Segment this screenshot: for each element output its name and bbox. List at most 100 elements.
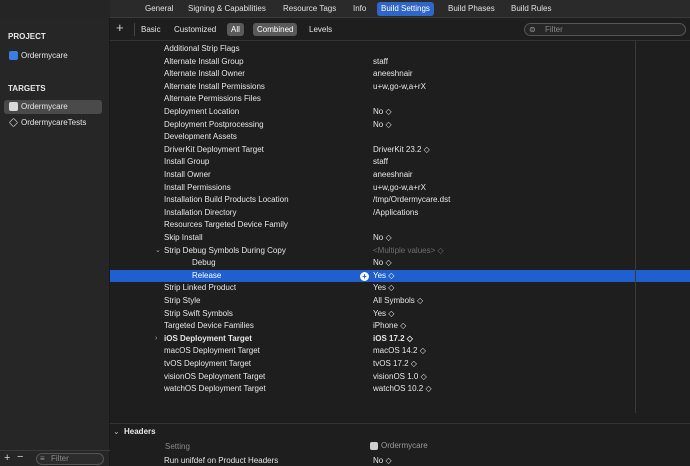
setting-value[interactable]: Yes ◇ (373, 270, 394, 283)
test-target-icon (8, 118, 19, 128)
setting-value[interactable]: aneeshnair (373, 169, 413, 182)
tab-build-rules[interactable]: Build Rules (507, 2, 555, 16)
setting-row[interactable]: tvOS Deployment Target tvOS 17.2 ◇ (110, 358, 690, 371)
setting-value[interactable]: /tmp/Ordermycare.dst (373, 194, 450, 207)
tab-signing-capabilities[interactable]: Signing & Capabilities (184, 2, 270, 16)
setting-name: Strip Linked Product (164, 283, 237, 293)
view-levels-button[interactable]: Levels (305, 23, 336, 36)
targets-header: TARGETS (8, 84, 46, 93)
setting-name: Development Assets (164, 132, 237, 142)
setting-name: Debug (192, 258, 216, 268)
setting-row[interactable]: Installation Directory/Applications (110, 207, 690, 220)
section-title[interactable]: Headers (124, 427, 156, 436)
setting-name: Installation Directory (164, 207, 237, 217)
setting-value[interactable]: iPhone ◇ (373, 320, 406, 333)
sidebar-item-target-tests[interactable]: OrdermycareTests (4, 116, 102, 130)
setting-value[interactable]: iOS 17.2 ◇ (373, 333, 413, 346)
xcode-project-icon (9, 51, 18, 61)
setting-value[interactable]: macOS 14.2 ◇ (373, 345, 426, 358)
setting-name: Installation Build Products Location (164, 195, 289, 205)
setting-value[interactable]: No ◇ (373, 257, 392, 270)
chevron-down-icon[interactable]: ⌄ (113, 427, 120, 436)
sidebar-filter-input[interactable]: ≡ Filter (36, 453, 104, 465)
setting-value[interactable]: tvOS 17.2 ◇ (373, 358, 417, 371)
setting-row[interactable]: Alternate Install Permissions u+w,go-w,a+… (110, 81, 690, 94)
setting-value[interactable]: visionOS 1.0 ◇ (373, 371, 427, 384)
setting-row[interactable]: Release + Yes ◇ (110, 269, 690, 283)
setting-row[interactable]: Skip Install No ◇ (110, 232, 690, 245)
setting-row[interactable]: Development Assets (110, 131, 690, 144)
tab-resource-tags[interactable]: Resource Tags (279, 2, 340, 16)
setting-row[interactable]: Alternate Install Group staff (110, 56, 690, 69)
setting-row[interactable]: Install Group staff (110, 156, 690, 169)
setting-value[interactable]: /Applications (373, 207, 418, 220)
setting-row[interactable]: macOS Deployment Target macOS 14.2 ◇ (110, 345, 690, 358)
sidebar-item-target-app[interactable]: Ordermycare (4, 100, 102, 114)
setting-name: Strip Swift Symbols (164, 308, 233, 318)
setting-row[interactable]: watchOS Deployment Target watchOS 10.2 ◇ (110, 383, 690, 396)
sidebar-footer: + − ≡ Filter (0, 450, 110, 466)
setting-value[interactable]: No ◇ (373, 119, 392, 132)
setting-value[interactable]: No ◇ (373, 232, 392, 245)
tab-build-phases[interactable]: Build Phases (444, 2, 499, 16)
chevron-down-icon[interactable]: ⌄ (155, 245, 161, 258)
setting-row[interactable]: Strip Linked Product Yes ◇ (110, 282, 690, 295)
setting-value[interactable]: Yes ◇ (373, 308, 394, 321)
setting-row[interactable]: visionOS Deployment Target visionOS 1.0 ◇ (110, 371, 690, 384)
setting-row[interactable]: Additional Strip Flags (110, 43, 690, 56)
add-target-button[interactable]: + (4, 452, 10, 464)
chevron-right-icon[interactable]: › (155, 333, 157, 346)
add-condition-icon[interactable]: + (360, 271, 369, 281)
setting-value[interactable]: u+w,go-w,a+rX (373, 81, 426, 94)
setting-row[interactable]: › iOS Deployment Target iOS 17.2 ◇ (110, 333, 690, 346)
project-header: PROJECT (8, 32, 46, 41)
setting-value[interactable]: staff (373, 56, 388, 69)
setting-name: Release (192, 270, 222, 280)
setting-value[interactable]: staff (373, 156, 388, 169)
filter-all-button[interactable]: All (227, 23, 244, 36)
setting-row[interactable]: Install Permissions u+w,go-w,a+rX (110, 182, 690, 195)
filter-customized-button[interactable]: Customized (170, 23, 220, 36)
add-setting-button[interactable]: + (116, 20, 124, 35)
setting-row[interactable]: Deployment Location No ◇ (110, 106, 690, 119)
setting-row[interactable]: Resources Targeted Device Family (110, 219, 690, 232)
setting-name: visionOS Deployment Target (164, 371, 266, 381)
setting-row[interactable]: ⌄ Strip Debug Symbols During Copy <Multipl… (110, 245, 690, 258)
project-label: Ordermycare (21, 51, 68, 60)
setting-row[interactable]: Alternate Permissions Files (110, 93, 690, 106)
tab-build-settings[interactable]: Build Settings (377, 2, 434, 16)
app-target-icon (9, 102, 18, 112)
setting-row[interactable]: Strip Swift Symbols Yes ◇ (110, 308, 690, 321)
tab-general[interactable]: General (141, 2, 177, 16)
setting-row[interactable]: Deployment Postprocessing No ◇ (110, 119, 690, 132)
setting-value[interactable]: All Symbols ◇ (373, 295, 423, 308)
setting-value[interactable]: No ◇ (373, 456, 392, 465)
setting-value[interactable]: <Multiple values> ◇ (373, 245, 444, 258)
setting-name: Deployment Postprocessing (164, 119, 264, 129)
setting-column-header: Setting (165, 442, 190, 451)
setting-row[interactable]: Installation Build Products Location/tmp… (110, 194, 690, 207)
setting-value[interactable]: u+w,go-w,a+rX (373, 182, 426, 195)
setting-value[interactable]: Yes ◇ (373, 282, 394, 295)
settings-table: Additional Strip Flags Alternate Install … (110, 41, 690, 426)
view-combined-button[interactable]: Combined (253, 23, 298, 36)
setting-row[interactable]: Debug No ◇ (110, 257, 690, 270)
headers-section: ⌄ Headers Setting Ordermycare Run unifde… (110, 423, 690, 466)
settings-search-input[interactable]: ⊜ Filter (524, 23, 686, 36)
tab-info[interactable]: Info (349, 2, 370, 16)
filter-basic-button[interactable]: Basic (137, 23, 165, 36)
setting-value[interactable]: watchOS 10.2 ◇ (373, 383, 432, 396)
setting-row[interactable]: DriverKit Deployment Target DriverKit 23.… (110, 144, 690, 157)
sidebar-item-project[interactable]: Ordermycare (4, 49, 102, 63)
remove-target-button[interactable]: − (17, 451, 23, 463)
setting-value[interactable]: aneeshnair (373, 68, 413, 81)
setting-name: Targeted Device Families (164, 321, 254, 331)
setting-row[interactable]: Strip Style All Symbols ◇ (110, 295, 690, 308)
setting-name: Install Permissions (164, 182, 231, 192)
setting-row[interactable]: Install Owner aneeshnair (110, 169, 690, 182)
setting-value[interactable]: No ◇ (373, 106, 392, 119)
setting-row[interactable]: Targeted Device Families iPhone ◇ (110, 320, 690, 333)
setting-value[interactable]: DriverKit 23.2 ◇ (373, 144, 430, 157)
setting-row[interactable]: Alternate Install Owner aneeshnair (110, 68, 690, 81)
column-divider (635, 41, 636, 413)
